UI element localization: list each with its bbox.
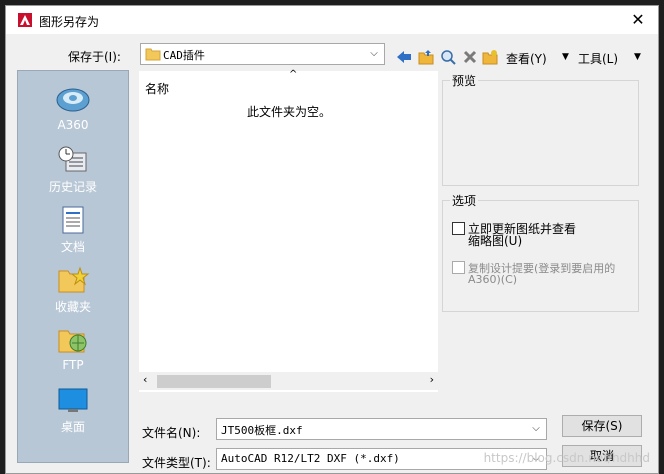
a360-icon (56, 88, 90, 112)
copy-design-feed-label-2: A360)(C) (468, 273, 518, 286)
folder-icon (145, 48, 161, 61)
watermark: https://blog.csdn.net/hdhhd (483, 451, 650, 465)
copy-design-feed-checkbox (452, 261, 465, 274)
scrollbar-thumb[interactable] (157, 375, 271, 388)
scroll-left-icon[interactable]: ‹ (143, 373, 147, 386)
preview-group (442, 80, 639, 186)
filetype-value: AutoCAD R12/LT2 DXF (*.dxf) (221, 452, 400, 465)
place-label: FTP (62, 358, 84, 372)
empty-folder-message: 此文件夹为空。 (247, 105, 332, 119)
delete-icon[interactable] (462, 49, 478, 65)
tools-dropdown-arrow-icon[interactable]: ▼ (634, 52, 641, 62)
history-icon (58, 146, 87, 172)
place-desktop[interactable]: 桌面 (18, 383, 128, 441)
tools-menu[interactable]: 工具(L) (578, 50, 618, 67)
documents-icon (62, 206, 84, 234)
place-label: 桌面 (60, 420, 85, 434)
new-folder-icon[interactable] (482, 49, 498, 65)
filename-label: 文件名(N): (142, 426, 201, 440)
chevron-down-icon[interactable]: ⌵ (528, 419, 544, 439)
window-title: 图形另存为 (39, 15, 100, 29)
place-documents[interactable]: 文档 (18, 203, 128, 261)
autocad-logo-icon (18, 13, 32, 27)
preview-label: 预览 (450, 72, 479, 89)
place-label: 历史记录 (48, 180, 97, 194)
search-web-icon[interactable] (440, 49, 456, 65)
options-label: 选项 (450, 192, 479, 209)
filename-value: JT500板框.dxf (221, 424, 303, 437)
save-in-label: 保存于(I): (68, 50, 121, 64)
filename-input[interactable]: JT500板框.dxf ⌵ (216, 418, 547, 440)
column-header-name[interactable]: 名称 (145, 80, 169, 97)
options-group (442, 200, 639, 312)
view-menu[interactable]: 查看(Y) (506, 50, 547, 67)
update-thumbnail-label-2: 缩略图(U) (468, 234, 523, 248)
save-in-select[interactable]: CAD插件 ⌵ (140, 43, 385, 65)
save-button[interactable]: 保存(S) (562, 415, 642, 437)
update-thumbnail-checkbox[interactable] (452, 222, 465, 235)
place-label: 文档 (60, 240, 85, 254)
filetype-label: 文件类型(T): (142, 456, 211, 470)
save-drawing-dialog: 图形另存为 ✕ 保存于(I): CAD插件 ⌵ 查看(Y) ▼ 工具(L) ▼ (5, 5, 659, 474)
close-button[interactable]: ✕ (628, 10, 648, 30)
place-label: 收藏夹 (54, 300, 91, 314)
up-folder-icon[interactable] (418, 49, 434, 65)
chevron-down-icon: ⌵ (370, 48, 378, 59)
place-favorites[interactable]: 收藏夹 (18, 263, 128, 321)
desktop-icon (58, 388, 88, 412)
title-bar: 图形另存为 ✕ (6, 6, 658, 34)
scroll-right-icon[interactable]: › (430, 373, 434, 386)
file-list[interactable]: ^ 名称 此文件夹为空。 (139, 69, 438, 392)
view-dropdown-arrow-icon[interactable]: ▼ (562, 52, 569, 62)
place-history[interactable]: 历史记录 (18, 143, 128, 201)
place-a360[interactable]: A360 (18, 83, 128, 141)
places-sidebar: A360 历史记录 文档 收藏夹 FTP 桌面 (17, 70, 129, 463)
place-ftp[interactable]: FTP (18, 323, 128, 381)
horizontal-scrollbar[interactable]: ‹ › (139, 372, 438, 390)
ftp-icon (58, 330, 87, 353)
sort-up-icon: ^ (289, 69, 298, 80)
back-icon[interactable] (396, 49, 412, 65)
save-in-value: CAD插件 (163, 49, 205, 62)
place-label: A360 (57, 118, 89, 132)
favorites-icon (58, 266, 90, 293)
